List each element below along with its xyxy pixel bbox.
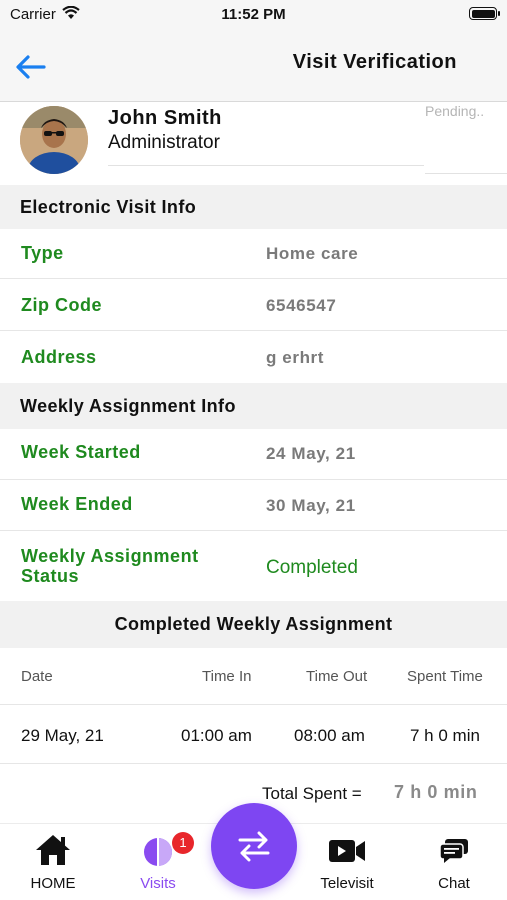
info-value: 30 May, 21 [266,496,356,515]
table-cell-time-in: 01:00 am [181,726,252,745]
swap-action-button[interactable] [211,803,297,889]
divider [108,165,424,166]
info-label: Week Started [21,442,141,462]
table-cell-time-out: 08:00 am [294,726,365,745]
notification-badge: 1 [172,832,194,854]
table-cell-date: 29 May, 21 [21,726,104,745]
tab-label: HOME [30,875,76,892]
profile-card: John Smith Administrator Pending.. [0,103,507,185]
visits-icon [143,837,173,872]
column-header-spent-time: Spent Time [407,668,483,685]
status-badge: Pending.. [425,103,485,119]
tab-home[interactable]: HOME [3,824,103,900]
status-bar: Carrier 11:52 PM [0,0,507,30]
tab-label: Chat [438,875,470,892]
status-value: Completed [266,557,358,578]
info-row-week-started: Week Started 24 May, 21 [0,429,507,480]
info-label: Zip Code [21,295,102,315]
page-title: Visit Verification [292,51,457,73]
info-value: 6546547 [266,296,337,315]
info-value: 24 May, 21 [266,444,356,463]
back-arrow-icon[interactable] [14,52,48,82]
video-camera-icon [328,838,366,869]
column-header-time-in: Time In [202,668,252,685]
clock: 11:52 PM [221,6,286,23]
info-label: Week Ended [21,494,133,514]
table-row: 29 May, 21 01:00 am 08:00 am 7 h 0 min [0,706,507,764]
info-label: Weekly Assignment Status [21,546,199,586]
info-value: g erhrt [266,348,325,367]
info-value: Home care [266,244,359,263]
column-header-time-out: Time Out [306,668,368,685]
info-row-type: Type Home care [0,229,507,279]
divider [425,173,507,174]
section-header-weekly-assignment: Weekly Assignment Info [0,383,507,429]
info-label: Type [21,243,64,263]
tab-label: Visits [140,875,176,892]
info-row-assignment-status: Weekly Assignment Status Completed [0,531,507,601]
table-header: Date Time In Time Out Spent Time [0,648,507,705]
table-cell-spent-time: 7 h 0 min [410,726,480,745]
column-header-date: Date [21,668,53,685]
info-label: Address [21,347,97,367]
user-role: Administrator [108,132,220,153]
total-spent-label: Total Spent = [262,784,362,803]
section-header-completed: Completed Weekly Assignment [0,601,507,648]
user-name: John Smith [108,107,222,129]
tab-label: Televisit [320,875,374,892]
home-icon [35,834,71,871]
info-row-week-ended: Week Ended 30 May, 21 [0,480,507,531]
info-row-address: Address g erhrt [0,332,507,382]
tab-chat[interactable]: Chat [404,824,504,900]
total-spent-value: 7 h 0 min [394,782,478,802]
chat-icon [439,838,469,869]
tab-visits[interactable]: 1 Visits [108,824,208,900]
tab-televisit[interactable]: Televisit [297,824,397,900]
navigation-bar: Visit Verification [0,30,507,102]
section-header-electronic-visit: Electronic Visit Info [0,185,507,229]
battery-icon [469,7,500,20]
avatar [20,106,88,174]
info-row-zip-code: Zip Code 6546547 [0,281,507,331]
